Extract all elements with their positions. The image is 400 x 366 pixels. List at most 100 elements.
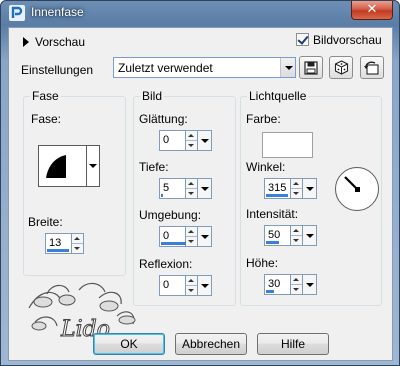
smoothing-label: Glättung: [139, 112, 188, 126]
intensity-value: 50 [268, 229, 281, 241]
decrement-icon[interactable] [186, 286, 197, 296]
window-title: Innenfase [31, 5, 84, 19]
angle-slider-bar[interactable] [266, 194, 288, 197]
smoothing-field[interactable]: 0 [159, 130, 186, 151]
preview-toggle[interactable]: Vorschau [23, 35, 85, 49]
elevation-field[interactable]: 30 [264, 274, 291, 295]
bevel-shape-preview[interactable] [38, 145, 87, 187]
ok-button[interactable]: OK [93, 333, 165, 355]
depth-stepper[interactable] [186, 178, 198, 199]
decrement-icon[interactable] [291, 285, 302, 295]
smoothing-value: 0 [163, 134, 170, 146]
ambience-value: 0 [163, 230, 170, 242]
angle-value: 315 [268, 182, 287, 194]
reflection-stepper[interactable] [186, 275, 198, 296]
decrement-icon[interactable] [186, 141, 197, 151]
randomize-button[interactable] [329, 56, 353, 79]
depth-label: Tiefe: [139, 160, 169, 174]
increment-icon[interactable] [186, 179, 197, 189]
save-icon [304, 60, 318, 75]
chevron-down-icon[interactable] [280, 58, 295, 77]
increment-icon[interactable] [291, 226, 302, 236]
increment-icon[interactable] [186, 227, 197, 237]
depth-spinner[interactable]: 5 [159, 178, 212, 199]
elevation-stepper[interactable] [291, 274, 303, 295]
close-button[interactable]: ✕ [351, 1, 393, 20]
dialog-window: Innenfase ✕ Vorschau Bildvorschau Einste… [0, 0, 400, 366]
settings-select[interactable]: Zuletzt verwendet [113, 57, 296, 78]
reflection-dropdown[interactable] [198, 275, 212, 296]
cancel-button[interactable]: Abbrechen [175, 333, 247, 355]
save-preset-button[interactable] [299, 56, 323, 79]
depth-field[interactable]: 5 [159, 178, 186, 199]
angle-field[interactable]: 315 [264, 178, 291, 199]
width-spinner[interactable]: 13 [45, 233, 84, 254]
image-group-title: Bild [140, 89, 165, 103]
ambience-stepper[interactable] [186, 226, 198, 247]
width-label: Breite: [28, 215, 63, 229]
settings-value: Zuletzt verwendet [118, 61, 213, 75]
elevation-value: 30 [268, 278, 281, 290]
width-slider-bar[interactable] [47, 249, 69, 252]
settings-label: Einstellungen [21, 63, 94, 77]
elevation-spinner[interactable]: 30 [264, 274, 317, 295]
help-button[interactable]: Hilfe [257, 333, 329, 355]
width-field[interactable]: 13 [45, 233, 72, 254]
bevel-shape-dropdown[interactable] [87, 145, 100, 187]
angle-label: Winkel: [246, 160, 286, 174]
decrement-icon[interactable] [186, 189, 197, 199]
angle-spinner[interactable]: 315 [264, 178, 317, 199]
width-stepper[interactable] [72, 233, 84, 254]
decrement-icon[interactable] [186, 237, 197, 247]
decrement-icon[interactable] [72, 244, 83, 254]
intensity-field[interactable]: 50 [264, 225, 291, 246]
ambience-dropdown[interactable] [198, 226, 212, 247]
reflection-field[interactable]: 0 [159, 275, 186, 296]
depth-dropdown[interactable] [198, 178, 212, 199]
ambience-label: Umgebung: [139, 208, 202, 222]
image-preview-checkbox[interactable]: Bildvorschau [296, 33, 382, 47]
reflection-label: Reflexion: [139, 257, 193, 271]
smoothing-dropdown[interactable] [198, 130, 212, 151]
increment-icon[interactable] [72, 234, 83, 244]
bevel-group: Fase Fase: Breite: 13 [23, 89, 126, 276]
increment-icon[interactable] [186, 276, 197, 286]
smoothing-stepper[interactable] [186, 130, 198, 151]
increment-icon[interactable] [186, 131, 197, 141]
reflection-spinner[interactable]: 0 [159, 275, 212, 296]
image-group: Bild Glättung: 0 Tiefe: 5 Umgebung: 0 Re… [133, 89, 236, 306]
reset-button[interactable] [360, 56, 384, 79]
smoothing-spinner[interactable]: 0 [159, 130, 212, 151]
dialog-client: Vorschau Bildvorschau Einstellungen Zule… [8, 27, 393, 361]
angle-pointer-icon [344, 176, 360, 192]
depth-slider-bar[interactable] [161, 194, 163, 197]
intensity-spinner[interactable]: 50 [264, 225, 317, 246]
reset-icon [364, 61, 379, 75]
ambience-spinner[interactable]: 0 [159, 226, 212, 247]
expand-triangle-icon [23, 37, 29, 47]
intensity-slider-bar[interactable] [266, 241, 279, 244]
app-icon [9, 5, 25, 21]
ambience-field[interactable]: 0 [159, 226, 186, 247]
bevel-shape-label: Fase: [31, 112, 62, 126]
light-color-swatch[interactable] [262, 132, 313, 158]
angle-dial[interactable] [335, 167, 379, 211]
decrement-icon[interactable] [291, 189, 302, 199]
angle-stepper[interactable] [291, 178, 303, 199]
width-value: 13 [49, 237, 62, 249]
bevel-group-title: Fase [30, 89, 61, 103]
bevel-curve-icon [46, 155, 66, 178]
angle-dropdown[interactable] [303, 178, 317, 199]
increment-icon[interactable] [291, 275, 302, 285]
preview-label: Vorschau [35, 35, 86, 49]
increment-icon[interactable] [291, 179, 302, 189]
intensity-dropdown[interactable] [303, 225, 317, 246]
intensity-stepper[interactable] [291, 225, 303, 246]
elevation-slider-bar[interactable] [266, 290, 274, 293]
title-bar[interactable]: Innenfase ✕ [1, 1, 399, 25]
decrement-icon[interactable] [291, 236, 302, 246]
elevation-dropdown[interactable] [303, 274, 317, 295]
ambience-slider-bar[interactable] [161, 242, 186, 245]
light-group-title: Lichtquelle [247, 89, 309, 103]
elevation-label: Höhe: [246, 256, 279, 270]
